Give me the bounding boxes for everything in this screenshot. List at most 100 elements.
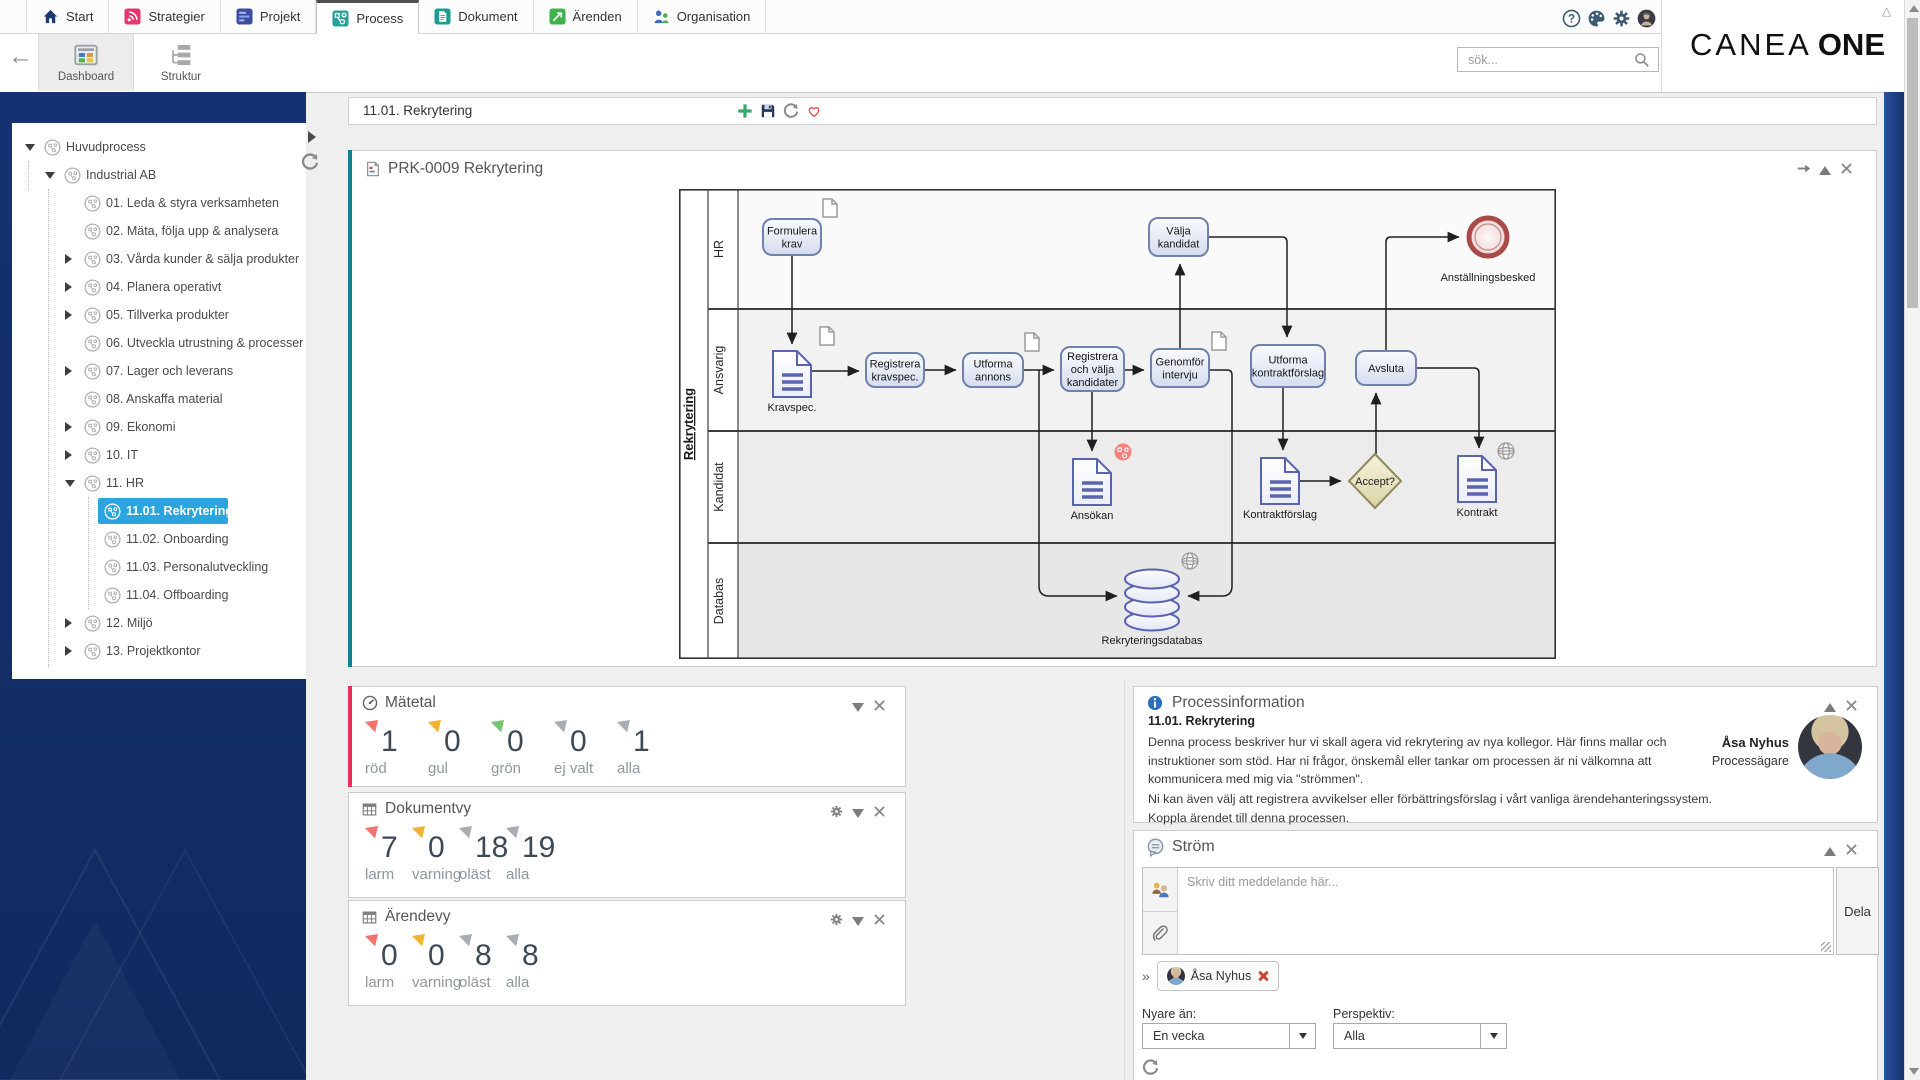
stat-gul[interactable]: 0gul (428, 720, 461, 777)
nav-tab-strategier[interactable]: Strategier (109, 0, 220, 33)
tree-item-07-lager-och-leverans[interactable]: 07. Lager och leverans (12, 357, 306, 385)
tree-item-10-it[interactable]: 10. IT (12, 441, 306, 469)
nav-tab-dokument[interactable]: Dokument (419, 0, 533, 33)
collapse-panel-icon[interactable] (1824, 703, 1836, 712)
task-registrera-kravspec[interactable]: Registrerakravspec. (866, 353, 924, 387)
stat-oläst[interactable]: 8oläst (459, 934, 492, 991)
tree-item-01-leda-styra-verksamheten[interactable]: 01. Leda & styra verksamheten (12, 189, 306, 217)
close-panel-icon[interactable] (872, 698, 887, 713)
sidebar-refresh-icon[interactable] (301, 153, 319, 171)
collapse-panel-icon[interactable] (1824, 847, 1836, 856)
tree-item-11-03-personalutveckling[interactable]: 11.03. Personalutveckling (12, 553, 306, 581)
stat-röd[interactable]: 1röd (365, 720, 398, 777)
select-caret-icon[interactable] (1289, 1024, 1315, 1048)
close-panel-icon[interactable] (872, 804, 887, 819)
stat-alla[interactable]: 8alla (506, 934, 539, 991)
tree-item-09-ekonomi[interactable]: 09. Ekonomi (12, 413, 306, 441)
collapse-panel-icon[interactable] (1819, 166, 1831, 175)
nav-tab-process[interactable]: Process (316, 0, 419, 34)
favorite-heart-icon[interactable] (806, 103, 822, 119)
task-valja-kandidat[interactable]: Väljakandidat (1149, 218, 1208, 256)
tree-item-06-utveckla-utrustning-processer[interactable]: 06. Utveckla utrustning & processer (12, 329, 306, 357)
tree-expander-icon[interactable] (65, 480, 75, 487)
scroll-up-arrow[interactable] (1909, 5, 1919, 12)
task-genomfor-intervju[interactable]: Genomförintervju (1151, 349, 1209, 387)
close-panel-icon[interactable] (1844, 842, 1859, 857)
tree-expander-icon[interactable] (65, 254, 72, 264)
search-input[interactable] (1466, 52, 1634, 68)
recipient-chip[interactable]: Åsa Nyhus (1157, 961, 1279, 991)
stat-alla[interactable]: 1alla (617, 720, 650, 777)
share-button[interactable]: Dela (1836, 867, 1879, 955)
tree-item-05-tillverka-produkter[interactable]: 05. Tillverka produkter (12, 301, 306, 329)
document-ansokan[interactable]: Ansökan (1071, 459, 1114, 522)
nav-tab-start[interactable]: Start (26, 0, 109, 33)
help-icon[interactable]: ? (1562, 9, 1581, 28)
close-panel-icon[interactable] (1839, 161, 1854, 176)
remove-recipient-icon[interactable] (1257, 970, 1269, 982)
collapse-panel-icon[interactable] (852, 917, 864, 926)
bpmn-diagram[interactable]: RekryteringHRAnsvarigKandidatDatabasForm… (679, 189, 1556, 659)
task-formulera-krav[interactable]: Formulerakrav (763, 219, 821, 255)
stat-varning[interactable]: 0varning (412, 934, 461, 991)
tree-item-02-mäta-följa-upp-analysera[interactable]: 02. Mäta, följa upp & analysera (12, 217, 306, 245)
tree-expander-icon[interactable] (65, 310, 72, 320)
tree-expander-icon[interactable] (65, 366, 72, 376)
collapse-panel-icon[interactable] (852, 703, 864, 712)
sidebar-expand-icon[interactable] (308, 131, 316, 143)
search-icon[interactable] (1634, 52, 1650, 68)
tree-item-13-projektkontor[interactable]: 13. Projektkontor (12, 637, 306, 665)
tree-item-04-planera-operativt[interactable]: 04. Planera operativt (12, 273, 306, 301)
stat-oläst[interactable]: 18oläst (459, 826, 508, 883)
add-icon[interactable] (737, 103, 753, 119)
tree-expander-icon[interactable] (45, 172, 55, 179)
tree-item-11-04-offboarding[interactable]: 11.04. Offboarding (12, 581, 306, 609)
tree-item-12-miljö[interactable]: 12. Miljö (12, 609, 306, 637)
stat-grön[interactable]: 0grön (491, 720, 524, 777)
perspective-select[interactable]: Alla (1333, 1023, 1507, 1049)
stat-ej-valt[interactable]: 0ej valt (554, 720, 593, 777)
stat-varning[interactable]: 0varning (412, 826, 461, 883)
tree-item-08-anskaffa-material[interactable]: 08. Anskaffa material (12, 385, 306, 413)
tree-item-industrial-ab[interactable]: Industrial AB (12, 161, 306, 189)
tree-expander-icon[interactable] (65, 450, 72, 460)
task-avsluta[interactable]: Avsluta (1356, 351, 1416, 385)
tree-item-11-02-onboarding[interactable]: 11.02. Onboarding (12, 525, 306, 553)
view-tab-dashboard[interactable]: Dashboard (38, 34, 134, 91)
task-registrera-och-valja-kandidater[interactable]: Registreraoch väljakandidater (1061, 347, 1124, 391)
task-utforma-kontraktforslag[interactable]: Utformakontraktförslag (1251, 345, 1325, 387)
select-caret-icon[interactable] (1480, 1024, 1506, 1048)
resize-handle[interactable] (1821, 942, 1831, 952)
stat-larm[interactable]: 7larm (365, 826, 398, 883)
nav-tab-organisation[interactable]: Organisation (638, 0, 767, 33)
expand-recipients-icon[interactable]: » (1142, 968, 1150, 984)
user-avatar[interactable] (1637, 9, 1656, 28)
collapse-window-icon[interactable]: △ (1882, 4, 1891, 18)
tree-item-huvudprocess[interactable]: Huvudprocess (12, 133, 306, 161)
tree-item-11-01-rekrytering[interactable]: 11.01. Rekrytering (12, 497, 306, 525)
open-in-new-arrow-icon[interactable] (1796, 161, 1811, 176)
collapse-panel-icon[interactable] (852, 809, 864, 818)
settings-gear-icon[interactable] (1612, 9, 1631, 28)
close-panel-icon[interactable] (872, 912, 887, 927)
newer-than-select[interactable]: En vecka (1142, 1023, 1316, 1049)
document-kontrakt[interactable]: Kontrakt (1457, 456, 1498, 519)
stream-refresh-icon[interactable] (1142, 1059, 1159, 1076)
tree-expander-icon[interactable] (65, 282, 72, 292)
scrollbar-thumb[interactable] (1907, 18, 1918, 308)
back-arrow-button[interactable]: ← (8, 44, 33, 69)
stat-larm[interactable]: 0larm (365, 934, 398, 991)
tree-expander-icon[interactable] (65, 422, 72, 432)
attach-file-button[interactable] (1143, 912, 1177, 956)
tree-expander-icon[interactable] (65, 646, 72, 656)
nav-tab-ärenden[interactable]: Ärenden (534, 0, 638, 33)
close-panel-icon[interactable] (1844, 698, 1859, 713)
mention-people-button[interactable] (1143, 868, 1177, 912)
tree-item-11-hr[interactable]: 11. HR (12, 469, 306, 497)
task-utforma-annons[interactable]: Utformaannons (963, 353, 1023, 387)
theme-palette-icon[interactable] (1587, 9, 1606, 28)
nav-tab-projekt[interactable]: Projekt (221, 0, 316, 33)
refresh-icon[interactable] (783, 103, 799, 119)
settings-gear-icon[interactable] (829, 912, 844, 927)
scroll-down-arrow[interactable] (1909, 1068, 1919, 1075)
